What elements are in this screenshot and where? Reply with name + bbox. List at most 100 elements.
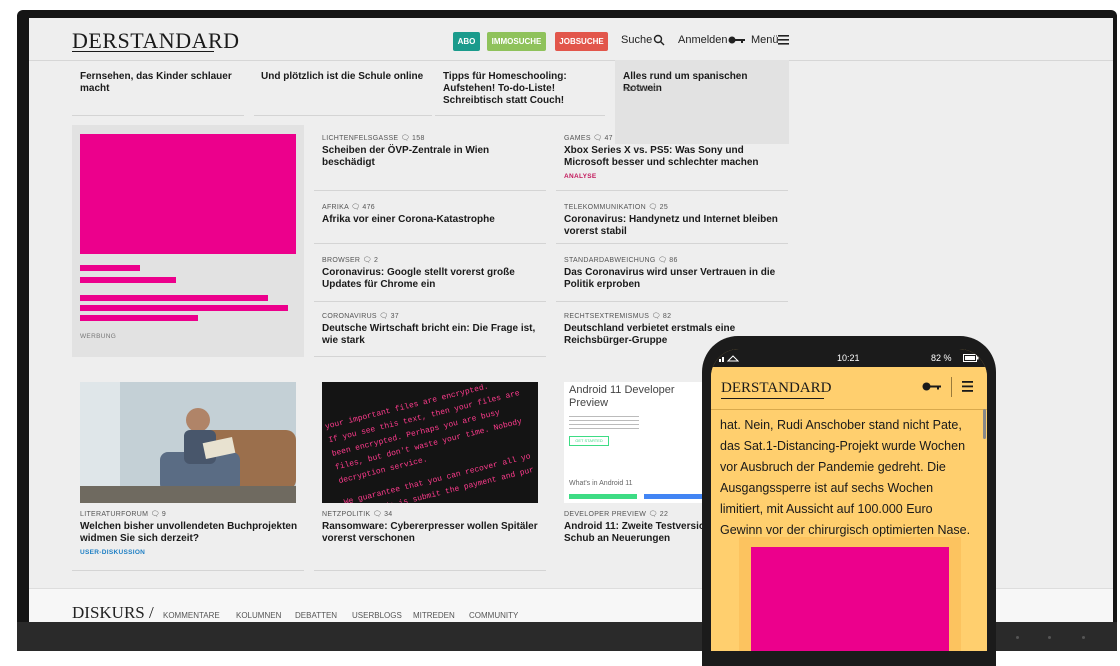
article-headline[interactable]: Welchen bisher unvollendeten Buchprojekt… <box>80 521 300 545</box>
monitor-led <box>1016 636 1019 639</box>
logo-underline <box>72 51 214 52</box>
article-card[interactable]: BROWSER 🗨 2 Coronavirus: Google stellt v… <box>322 256 542 291</box>
article-kicker[interactable]: CORONAVIRUS 🗨 37 <box>322 312 542 320</box>
ad-image <box>80 134 296 254</box>
article-headline[interactable]: Fernsehen, das Kinder schlauer macht <box>80 71 240 95</box>
article-card[interactable]: AFRIKA 🗨 476 Afrika vor einer Corona-Kat… <box>322 203 542 226</box>
monitor-led <box>1082 636 1085 639</box>
divider <box>556 190 788 191</box>
analysis-tag[interactable]: ANALYSE <box>564 173 784 180</box>
divider <box>314 243 546 244</box>
ad-label: WERBUNG <box>80 333 117 340</box>
get-started-button: GET STARTED <box>569 436 609 446</box>
sponsored-label: WERBUNG <box>623 86 660 93</box>
ad-bar <box>80 265 140 271</box>
article-card[interactable]: Und plötzlich ist die Schule online <box>261 68 431 83</box>
article-headline[interactable]: Xbox Series X vs. PS5: Was Sony und Micr… <box>564 145 784 169</box>
key-icon[interactable] <box>728 36 746 44</box>
login-link[interactable]: Anmelden <box>678 34 728 46</box>
ad-bar <box>80 277 176 283</box>
ad-bar <box>80 315 198 321</box>
jobsuche-button[interactable]: JOBSUCHE <box>555 32 608 51</box>
article-headline[interactable]: Coronavirus: Handynetz und Internet blei… <box>564 214 784 238</box>
user-discussion-tag[interactable]: USER-DISKUSSION <box>80 549 300 556</box>
android-footer-text: What's in Android 11 <box>569 480 633 487</box>
sponsored-card[interactable]: Alles rund um spanischen Rotwein WERBUNG <box>615 60 789 144</box>
article-kicker[interactable]: GAMES 🗨 47 <box>564 134 784 142</box>
phone-scrollbar[interactable] <box>983 409 986 439</box>
article-headline[interactable]: Ransomware: Cybererpresser wollen Spitäl… <box>322 521 542 545</box>
immosuche-button[interactable]: IMMOSUCHE <box>487 32 546 51</box>
article-kicker[interactable]: BROWSER 🗨 2 <box>322 256 542 264</box>
hamburger-icon[interactable] <box>778 35 789 45</box>
advertisement[interactable]: WERBUNG <box>72 125 304 357</box>
menu-link[interactable]: Menü <box>751 34 779 46</box>
phone-ad-image[interactable] <box>751 547 949 651</box>
article-card[interactable]: TELEKOMMUNIKATION 🗨 25 Coronavirus: Hand… <box>564 203 784 238</box>
article-image[interactable]: Android 11 Developer Preview GET STARTED… <box>564 382 704 503</box>
article-card[interactable]: CORONAVIRUS 🗨 37 Deutsche Wirtschaft bri… <box>322 312 542 347</box>
diskurs-link-debatten[interactable]: DEBATTEN <box>295 611 337 620</box>
signal-icon <box>719 355 739 362</box>
phone-battery-text: 82 % <box>931 353 952 363</box>
article-card[interactable]: GAMES 🗨 47 Xbox Series X vs. PS5: Was So… <box>564 134 784 180</box>
diskurs-link-mitreden[interactable]: MITREDEN <box>413 611 455 620</box>
article-card[interactable]: NETZPOLITIK 🗨 34 Ransomware: Cybererpres… <box>322 510 542 545</box>
divider <box>72 115 244 116</box>
article-kicker[interactable]: NETZPOLITIK 🗨 34 <box>322 510 542 518</box>
article-kicker[interactable]: LITERATURFORUM 🗨 9 <box>80 510 300 518</box>
android-bar-green <box>569 494 637 499</box>
article-kicker[interactable]: AFRIKA 🗨 476 <box>322 203 542 211</box>
divider <box>314 190 546 191</box>
article-headline[interactable]: Afrika vor einer Corona-Katastrophe <box>322 214 542 226</box>
search-icon[interactable] <box>653 34 665 46</box>
article-card[interactable]: STANDARDABWEICHUNG 🗨 86 Das Coronavirus … <box>564 256 784 291</box>
android-preview-title: Android 11 Developer Preview <box>569 384 675 409</box>
diskurs-link-community[interactable]: COMMUNITY <box>469 611 518 620</box>
ad-bar <box>80 295 268 301</box>
diskurs-link-kommentare[interactable]: KOMMENTARE <box>163 611 220 620</box>
diskurs-title[interactable]: DISKURS / <box>72 603 154 622</box>
divider <box>314 356 546 357</box>
reading-man-photo <box>80 382 296 503</box>
article-card[interactable]: LICHTENFELSGASSE 🗨 158 Scheiben der ÖVP-… <box>322 134 542 169</box>
phone-site-logo[interactable]: DERSTANDARD <box>721 380 831 397</box>
article-headline[interactable]: Deutsche Wirtschaft bricht ein: Die Frag… <box>322 323 542 347</box>
article-headline[interactable]: Und plötzlich ist die Schule online <box>261 71 431 83</box>
phone-screen: 10:21 82 % DERSTANDARD hat. Nein, Rudi A… <box>711 349 987 651</box>
article-headline[interactable]: Scheiben der ÖVP-Zentrale in Wien beschä… <box>322 145 542 169</box>
divider <box>314 570 546 571</box>
hamburger-icon[interactable] <box>962 381 973 392</box>
article-card[interactable]: LITERATURFORUM 🗨 9 Welchen bisher unvoll… <box>80 510 300 556</box>
article-card[interactable]: Fernsehen, das Kinder schlauer macht <box>80 68 240 95</box>
phone-status-bar: 10:21 82 % <box>711 349 987 367</box>
article-headline[interactable]: Tipps für Homeschooling: Aufstehen! To-d… <box>443 71 593 107</box>
ad-bar <box>80 305 288 311</box>
divider <box>556 243 788 244</box>
header-divider <box>951 377 952 397</box>
article-image[interactable] <box>80 382 296 503</box>
diskurs-link-userblogs[interactable]: USERBLOGS <box>352 611 402 620</box>
battery-icon <box>963 354 979 362</box>
article-headline[interactable]: Das Coronavirus wird unser Vertrauen in … <box>564 267 784 291</box>
phone-logo-underline <box>721 398 824 399</box>
search-link[interactable]: Suche <box>621 34 652 46</box>
article-image[interactable]: your important files are encrypted. If y… <box>322 382 538 503</box>
phone-time: 10:21 <box>837 353 860 363</box>
key-icon[interactable] <box>922 382 942 391</box>
article-kicker[interactable]: LICHTENFELSGASSE 🗨 158 <box>322 134 542 142</box>
article-kicker[interactable]: STANDARDABWEICHUNG 🗨 86 <box>564 256 784 264</box>
article-kicker[interactable]: RECHTSEXTREMISMUS 🗨 82 <box>564 312 784 320</box>
article-kicker[interactable]: TELEKOMMUNIKATION 🗨 25 <box>564 203 784 211</box>
divider <box>314 301 546 302</box>
divider <box>556 301 788 302</box>
ransomware-screen-photo: your important files are encrypted. If y… <box>322 382 538 503</box>
phone-site-header: DERSTANDARD <box>711 367 987 410</box>
abo-button[interactable]: ABO <box>453 32 480 51</box>
diskurs-link-kolumnen[interactable]: KOLUMNEN <box>236 611 281 620</box>
divider <box>254 115 432 116</box>
android-bar-blue <box>644 494 704 499</box>
article-headline[interactable]: Coronavirus: Google stellt vorerst große… <box>322 267 542 291</box>
article-card[interactable]: Tipps für Homeschooling: Aufstehen! To-d… <box>443 68 593 107</box>
phone-article-text: hat. Nein, Rudi Anschober stand nicht Pa… <box>720 418 971 537</box>
